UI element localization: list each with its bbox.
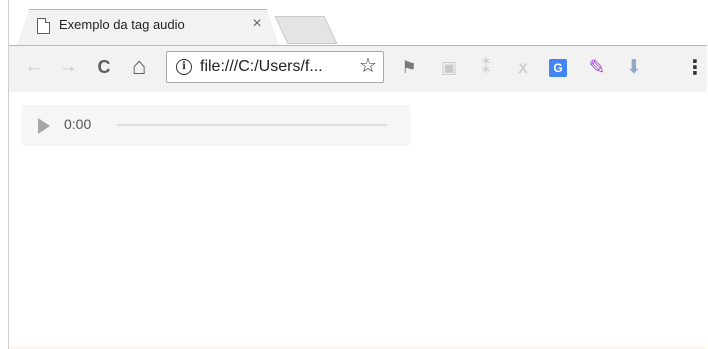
pdf-extension-icon[interactable]: ⅹ [511,56,535,80]
audio-player[interactable]: 0:00 [22,105,410,146]
page-icon [37,18,50,34]
page-content: 0:00 [9,92,707,349]
translate-extension-icon[interactable]: G [549,59,567,77]
reload-icon[interactable]: C [91,54,117,80]
forward-icon[interactable]: → [55,54,81,80]
audio-progress-bar[interactable] [117,124,387,126]
flag-extension-icon[interactable]: ⚑ [397,56,421,80]
camera-extension-icon[interactable]: ▣ [437,56,461,80]
tab-strip: Exemplo da tag audio × [9,0,707,46]
home-icon[interactable]: ⌂ [126,54,152,80]
info-icon[interactable]: i [176,59,192,75]
toolbar: ← → C ⌂ i file:///C:/Users/f... ☆ ⚑ ▣ ⁑ … [9,45,707,93]
star-icon[interactable]: ☆ [357,55,379,77]
back-icon[interactable]: ← [21,54,47,80]
pen-extension-icon[interactable]: ✎ [585,56,609,80]
browser-window: Exemplo da tag audio × ← → C ⌂ i file://… [8,0,707,349]
close-tab-icon[interactable]: × [248,14,266,34]
audio-time: 0:00 [64,116,92,132]
play-icon[interactable] [38,118,50,134]
menu-icon[interactable]: ⋮ [685,56,705,80]
download-extension-icon[interactable]: ⬇ [622,56,646,80]
url-text[interactable]: file:///C:/Users/f... [200,58,323,76]
address-bar[interactable]: i file:///C:/Users/f... ☆ [166,51,384,83]
new-tab-button[interactable] [274,16,338,44]
tab-title: Exemplo da tag audio [59,17,185,32]
dropbox-extension-icon[interactable]: ⁑ [474,56,498,80]
